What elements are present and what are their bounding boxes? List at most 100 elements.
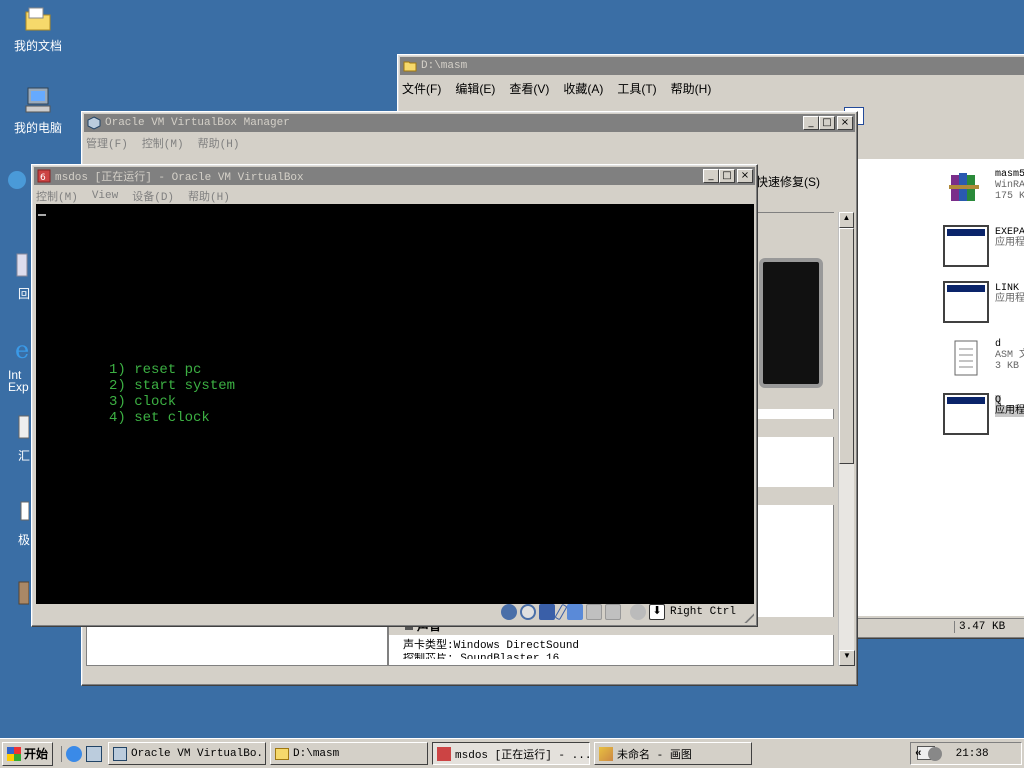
menu-help[interactable]: 帮助(H) bbox=[198, 135, 240, 151]
vm-list-pane bbox=[86, 622, 388, 666]
application-icon bbox=[943, 225, 989, 267]
usb-icon[interactable] bbox=[554, 603, 568, 621]
task-label: 未命名 - 画图 bbox=[617, 749, 692, 762]
taskbar: 开始 Oracle VM VirtualBo... D:\masm msdos … bbox=[0, 738, 1024, 768]
virtualbox-icon[interactable] bbox=[86, 745, 103, 762]
dos-menu-option: 2) start system bbox=[109, 378, 236, 394]
task-label: msdos [正在运行] - ... bbox=[455, 749, 591, 762]
menu-file[interactable]: 文件(F) bbox=[402, 80, 441, 97]
menu-help[interactable]: 帮助(H) bbox=[188, 188, 230, 204]
audio-driver-label: 声卡类型: bbox=[403, 640, 454, 652]
task-label: D:\masm bbox=[293, 747, 340, 760]
file-type: ASM 文 bbox=[995, 350, 1024, 361]
file-name: LINK bbox=[995, 283, 1020, 294]
asm-document-icon bbox=[943, 337, 989, 379]
vm-display[interactable]: 1) reset pc 2) start system 3) clock 4) … bbox=[36, 204, 754, 604]
text-cursor bbox=[38, 214, 46, 216]
quick-launch bbox=[61, 745, 103, 762]
resize-grip[interactable] bbox=[742, 611, 754, 623]
taskbar-item-paint[interactable]: 未命名 - 画图 bbox=[594, 742, 753, 765]
video-capture-icon[interactable] bbox=[604, 604, 621, 620]
menu-view[interactable]: View bbox=[92, 190, 118, 202]
explorer-menubar: 文件(F) 编辑(E) 查看(V) 收藏(A) 工具(T) 帮助(H) bbox=[398, 77, 1024, 99]
file-item-selected[interactable]: Q 应用程 bbox=[943, 393, 1024, 439]
dos-menu-option: 3) clock bbox=[109, 394, 177, 410]
dos-menu-option: 4) set clock bbox=[109, 410, 210, 426]
desktop-icon-my-computer[interactable]: 我的电脑 bbox=[3, 84, 73, 136]
file-item[interactable]: d ASM 文 3 KB bbox=[943, 337, 1024, 383]
menu-machine[interactable]: 控制(M) bbox=[36, 188, 78, 204]
close-button[interactable]: × bbox=[837, 116, 853, 130]
network-icon[interactable] bbox=[566, 604, 583, 620]
window-title: D:\masm bbox=[421, 60, 468, 72]
desktop-icon-label: 我的文档 bbox=[13, 39, 62, 53]
start-button[interactable]: 开始 bbox=[2, 741, 54, 766]
minimize-button[interactable]: _ bbox=[803, 116, 819, 130]
scroll-down-button[interactable]: ▼ bbox=[839, 650, 855, 666]
virtualbox-icon bbox=[113, 746, 128, 761]
file-item[interactable]: LINK 应用程 bbox=[943, 281, 1024, 327]
app-shortcut-icon bbox=[0, 578, 30, 610]
explorer-statusbar: 3.47 KB bbox=[858, 618, 1024, 636]
shared-folders-icon[interactable] bbox=[585, 604, 602, 620]
internet-explorer-icon[interactable] bbox=[66, 745, 83, 762]
system-tray: « 21:38 bbox=[910, 742, 1022, 765]
scroll-up-button[interactable]: ▲ bbox=[839, 212, 854, 228]
scroll-thumb[interactable] bbox=[839, 228, 854, 464]
desktop-icon-my-documents[interactable]: 我的文档 bbox=[3, 2, 73, 54]
vm-titlebar[interactable]: 6 msdos [正在运行] - Oracle VM VirtualBox _ … bbox=[34, 167, 755, 185]
menu-favorites[interactable]: 收藏(A) bbox=[563, 80, 603, 97]
volume-icon[interactable] bbox=[927, 746, 942, 761]
desktop-icon-label: Int Exp bbox=[8, 368, 29, 394]
vbm-titlebar[interactable]: Oracle VM VirtualBox Manager _ □ × bbox=[84, 114, 855, 132]
vm-statusbar: ⬇ Right Ctrl bbox=[36, 602, 754, 622]
taskbar-item-vbox-manager[interactable]: Oracle VM VirtualBo... bbox=[108, 742, 267, 765]
tray-expand-button[interactable]: « bbox=[915, 748, 922, 760]
file-item[interactable]: EXEPA 应用程 bbox=[943, 225, 1024, 271]
menu-help[interactable]: 帮助(H) bbox=[671, 80, 712, 97]
task-label: Oracle VM VirtualBo... bbox=[131, 747, 267, 760]
application-icon bbox=[943, 281, 989, 323]
virtualbox-icon bbox=[87, 116, 101, 130]
preview-thumbnail bbox=[759, 258, 823, 388]
menu-tools[interactable]: 工具(T) bbox=[617, 80, 656, 97]
audio-controller-row: 控制芯片: SoundBlaster 16 bbox=[403, 653, 560, 659]
audio-driver-value: Windows DirectSound bbox=[453, 640, 580, 652]
vm-icon: 6 bbox=[37, 169, 51, 183]
file-item[interactable]: masm5 WinRA 175 K bbox=[943, 167, 1024, 213]
audio-driver-row: 声卡类型:Windows DirectSound bbox=[389, 639, 835, 653]
menu-control[interactable]: 控制(M) bbox=[142, 135, 184, 151]
menu-devices[interactable]: 设备(D) bbox=[132, 188, 174, 204]
host-key-label: Right Ctrl bbox=[669, 606, 736, 618]
menu-edit[interactable]: 编辑(E) bbox=[455, 80, 495, 97]
file-name: d bbox=[995, 339, 1002, 350]
minimize-button[interactable]: _ bbox=[703, 169, 719, 183]
menu-view[interactable]: 查看(V) bbox=[509, 80, 549, 97]
window-controls: _ □ × bbox=[703, 169, 753, 183]
windows-logo-icon bbox=[7, 746, 21, 761]
repair-button[interactable]: 快速修复(S) bbox=[756, 173, 820, 190]
folder-icon bbox=[403, 59, 417, 73]
menu-manage[interactable]: 管理(F) bbox=[86, 135, 128, 151]
taskbar-item-vm[interactable]: msdos [正在运行] - ... bbox=[432, 742, 591, 765]
explorer-titlebar[interactable]: D:\masm bbox=[400, 57, 1024, 75]
keyboard-capture-icon[interactable]: ⬇ bbox=[648, 604, 665, 620]
svg-text:6: 6 bbox=[40, 173, 46, 183]
taskbar-item-explorer[interactable]: D:\masm bbox=[270, 742, 429, 765]
optical-drive-icon[interactable] bbox=[519, 604, 536, 620]
vm-icon bbox=[437, 746, 452, 761]
my-computer-icon bbox=[22, 84, 54, 116]
maximize-button[interactable]: □ bbox=[819, 116, 835, 130]
mouse-integration-icon[interactable] bbox=[629, 604, 646, 620]
vbm-scrollbar[interactable]: ▲ ▼ bbox=[838, 212, 855, 666]
dos-menu-option: 1) reset pc bbox=[109, 362, 202, 378]
close-button[interactable]: × bbox=[737, 169, 753, 183]
vm-window[interactable]: 6 msdos [正在运行] - Oracle VM VirtualBox _ … bbox=[31, 164, 758, 627]
clock[interactable]: 21:38 bbox=[956, 748, 989, 760]
window-title: msdos [正在运行] - Oracle VM VirtualBox bbox=[55, 172, 304, 184]
floppy-icon[interactable] bbox=[538, 604, 555, 620]
application-icon bbox=[943, 393, 989, 435]
recycle-bin-icon bbox=[0, 250, 29, 282]
maximize-button[interactable]: □ bbox=[719, 169, 735, 183]
hard-disk-icon[interactable] bbox=[500, 604, 517, 620]
